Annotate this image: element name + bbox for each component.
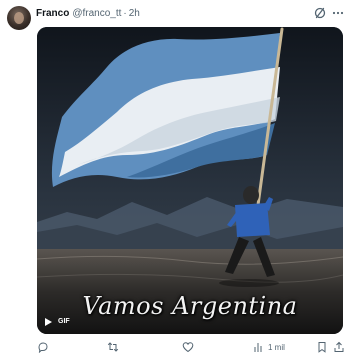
- gif-badge: GIF: [58, 318, 70, 325]
- retweet-icon: [107, 342, 119, 352]
- gif-media[interactable]: Vamos Argentina GIF: [37, 27, 343, 334]
- gif-caption: Vamos Argentina: [82, 292, 298, 320]
- avatar-face: [14, 12, 24, 24]
- avatar[interactable]: [7, 6, 31, 30]
- reply-icon: [38, 342, 48, 353]
- grok-icon[interactable]: [313, 6, 327, 20]
- tweet-header: Franco @franco_tt · 2h: [36, 6, 140, 20]
- share-button[interactable]: [333, 340, 345, 354]
- gif-frame: [37, 27, 343, 334]
- views-icon: [254, 343, 262, 352]
- views-button[interactable]: 1 mil: [253, 340, 285, 354]
- like-icon: [182, 342, 194, 353]
- separator: ·: [123, 7, 127, 19]
- like-button[interactable]: [182, 340, 194, 354]
- author-name[interactable]: Franco: [36, 8, 69, 19]
- tweet[interactable]: Franco @franco_tt · 2h Vamos Argentina G…: [0, 0, 350, 356]
- reply-button[interactable]: [37, 340, 49, 354]
- bookmark-button[interactable]: [316, 340, 328, 354]
- timestamp[interactable]: 2h: [129, 8, 140, 19]
- retweet-button[interactable]: [107, 340, 119, 354]
- bookmark-icon: [318, 342, 326, 353]
- share-icon: [334, 341, 344, 352]
- views-count: 1 mil: [268, 342, 285, 352]
- tweet-actions: 1 mil: [37, 340, 345, 354]
- more-icon[interactable]: [331, 6, 345, 20]
- play-icon[interactable]: [43, 317, 53, 327]
- author-handle[interactable]: @franco_tt: [72, 8, 121, 19]
